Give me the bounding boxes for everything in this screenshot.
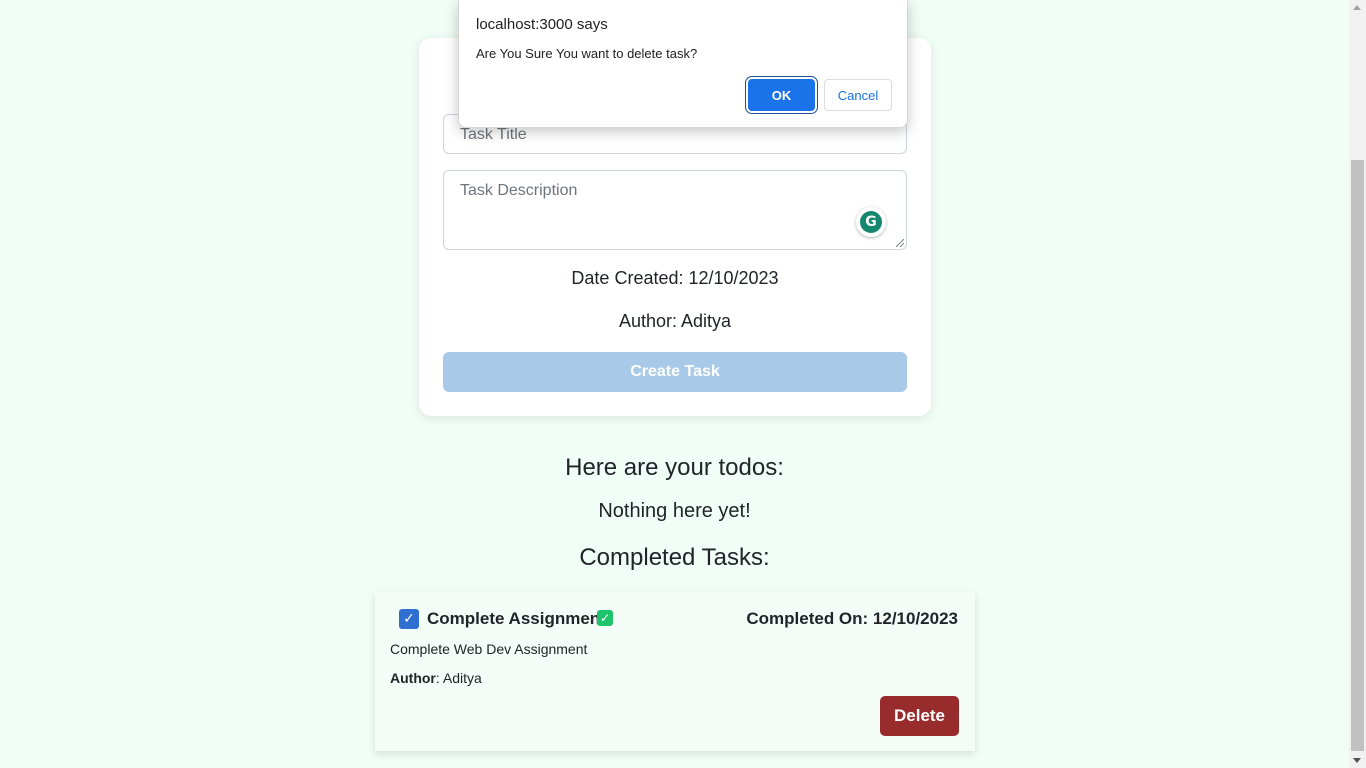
ok-button[interactable]: OK — [748, 79, 815, 111]
dialog-message: Are You Sure You want to delete task? — [476, 46, 698, 61]
task-checkbox[interactable]: ✓ — [399, 609, 419, 629]
grammarly-logo: G — [860, 211, 882, 233]
task-title: Complete Assignment — [427, 609, 606, 628]
confirm-dialog: localhost:3000 says Are You Sure You wan… — [458, 0, 908, 128]
task-description-input[interactable]: Task Description G — [443, 170, 907, 250]
completed-tasks-heading: Completed Tasks: — [579, 544, 770, 571]
delete-button[interactable]: Delete — [880, 696, 959, 736]
todos-heading: Here are your todos: — [565, 454, 784, 481]
task-description: Complete Web Dev Assignment — [390, 641, 588, 657]
task-author-value: : Aditya — [435, 670, 482, 686]
grammarly-icon[interactable]: G — [856, 207, 886, 237]
scroll-thumb[interactable] — [1351, 160, 1364, 751]
task-author: Author: Aditya — [390, 670, 482, 686]
task-description-placeholder: Task Description — [460, 182, 578, 199]
date-created: Date Created: 12/10/2023 — [571, 268, 779, 288]
resize-handle[interactable] — [896, 239, 904, 247]
task-title-placeholder: Task Title — [460, 126, 527, 143]
create-task-button[interactable]: Create Task — [443, 352, 907, 392]
completed-on-date: Completed On: 12/10/2023 — [746, 609, 958, 628]
scroll-up-icon[interactable] — [1353, 5, 1361, 10]
vertical-scrollbar[interactable] — [1349, 0, 1366, 768]
scroll-down-icon[interactable] — [1353, 758, 1361, 763]
cancel-button[interactable]: Cancel — [824, 79, 892, 111]
completed-task-card: ✓ Complete Assignment ✓ Completed On: 12… — [375, 591, 975, 751]
check-done-icon: ✓ — [597, 610, 613, 626]
form-author: Author: Aditya — [618, 311, 732, 331]
dialog-origin: localhost:3000 says — [476, 16, 608, 33]
task-author-label: Author — [390, 670, 436, 686]
empty-todos-message: Nothing here yet! — [598, 500, 751, 522]
